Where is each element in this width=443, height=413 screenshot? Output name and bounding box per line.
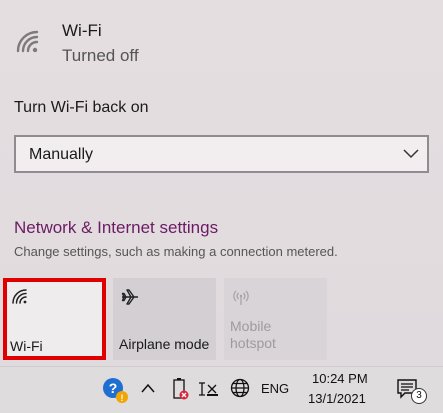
hotspot-label-line1: Mobile [230, 318, 272, 334]
airplane-icon [121, 289, 138, 305]
wifi-state: Turned off [62, 46, 139, 65]
wifi-toggle-tile[interactable]: Wi-Fi [3, 278, 106, 360]
mobile-hotspot-tile[interactable]: Mobile hotspot [224, 278, 327, 360]
clock-time[interactable]: 10:24 PM [312, 371, 368, 386]
wifi-icon [12, 289, 27, 304]
turn-back-on-label: Turn Wi-Fi back on [14, 99, 149, 116]
wifi-off-icon [16, 30, 39, 53]
svg-text:!: ! [121, 393, 124, 403]
battery-icon[interactable] [171, 377, 189, 401]
hotspot-label-line2: hotspot [230, 335, 276, 351]
hotspot-tile-label: Mobile hotspot [230, 318, 276, 352]
mobile-hotspot-icon [233, 290, 249, 305]
clock-date[interactable]: 13/1/2021 [308, 391, 366, 406]
language-indicator[interactable]: ENG [261, 381, 289, 396]
network-settings-description: Change settings, such as making a connec… [14, 244, 338, 259]
select-value: Manually [29, 146, 94, 163]
network-settings-link[interactable]: Network & Internet settings [14, 218, 218, 238]
chevron-up-icon[interactable] [141, 382, 155, 394]
turn-back-on-select[interactable]: Manually [14, 135, 429, 173]
wifi-adapter-name: Wi-Fi [62, 21, 102, 40]
svg-text:?: ? [109, 380, 118, 396]
chevron-down-icon [403, 149, 419, 159]
airplane-mode-tile[interactable]: Airplane mode [113, 278, 216, 360]
network-flyout: Wi-Fi Turned off Turn Wi-Fi back on Manu… [0, 0, 443, 366]
globe-icon[interactable] [230, 378, 250, 398]
wifi-tile-label: Wi-Fi [10, 338, 43, 354]
taskbar: ? ! ENG 10:24 PM 13/1/2021 3 [0, 366, 443, 413]
network-off-icon[interactable] [197, 379, 221, 399]
airplane-tile-label: Airplane mode [119, 336, 210, 352]
notification-count-badge: 3 [411, 388, 427, 404]
help-icon[interactable]: ? ! [101, 376, 129, 404]
